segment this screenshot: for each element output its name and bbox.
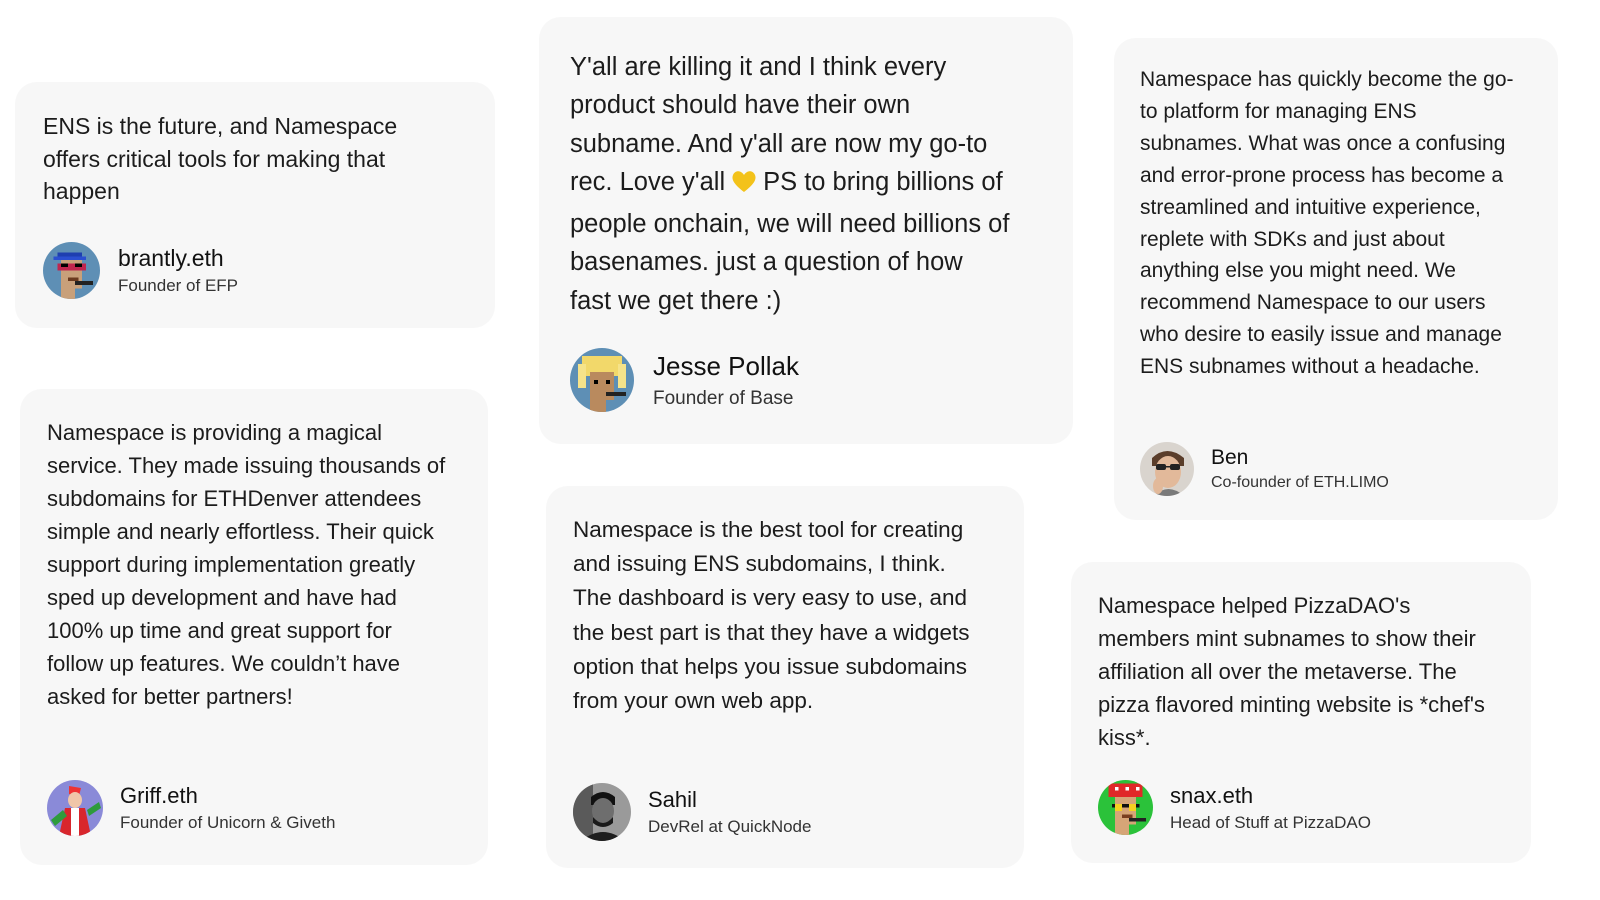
testimonial-quote: Namespace is providing a magical service… (47, 420, 446, 709)
testimonial-quote: ENS is the future, and Namespace offers … (43, 113, 398, 205)
yellow-heart-icon (731, 167, 757, 205)
testimonial-author-name: Griff.eth (120, 783, 198, 808)
testimonial-author-role: Founder of Unicorn & Giveth (120, 813, 336, 832)
testimonial-card-snax: Namespace helped PizzaDAO's members mint… (1071, 562, 1531, 863)
testimonial-card-griff: Namespace is providing a magical service… (20, 389, 488, 865)
testimonial-author: snax.eth Head of Stuff at PizzaDAO (1098, 780, 1371, 835)
testimonial-quote: Y'all are killing it and I think every p… (570, 48, 1010, 320)
testimonial-card-brantly: ENS is the future, and Namespace offers … (15, 82, 495, 328)
testimonial-card-ben: Namespace has quickly become the go-to p… (1114, 38, 1558, 520)
testimonial-author: brantly.eth Founder of EFP (43, 242, 238, 299)
testimonial-author-name: Ben (1211, 446, 1249, 469)
testimonial-author: Sahil DevRel at QuickNode (573, 783, 811, 841)
testimonial-author: Ben Co-founder of ETH.LIMO (1140, 442, 1389, 496)
testimonial-quote: Namespace has quickly become the go-to p… (1140, 68, 1514, 379)
testimonial-author-role: Head of Stuff at PizzaDAO (1170, 812, 1371, 832)
testimonial-author-name: Jesse Pollak (653, 350, 799, 381)
testimonial-author-name: Sahil (648, 787, 697, 812)
testimonial-author: Griff.eth Founder of Unicorn & Giveth (47, 780, 335, 836)
testimonial-author-role: Co-founder of ETH.LIMO (1211, 474, 1389, 491)
avatar-photo-icon (573, 783, 631, 841)
testimonial-quote: Namespace is the best tool for creating … (573, 517, 970, 713)
testimonial-author-name: brantly.eth (118, 245, 224, 271)
testimonial-quote: Namespace helped PizzaDAO's members mint… (1098, 593, 1485, 750)
testimonial-author-name: snax.eth (1170, 782, 1254, 808)
testimonial-card-sahil: Namespace is the best tool for creating … (546, 486, 1024, 868)
testimonial-author-role: Founder of Base (653, 387, 794, 409)
avatar-punk-icon (43, 242, 100, 299)
avatar-illustration-icon (47, 780, 103, 836)
testimonial-author: Jesse Pollak Founder of Base (570, 348, 799, 412)
testimonial-card-jesse: Y'all are killing it and I think every p… (539, 17, 1073, 444)
avatar-punk-icon (570, 348, 634, 412)
testimonial-author-role: DevRel at QuickNode (648, 817, 812, 836)
testimonial-author-role: Founder of EFP (118, 276, 239, 295)
avatar-punk-icon (1098, 780, 1153, 835)
avatar-photo-icon (1140, 442, 1194, 496)
